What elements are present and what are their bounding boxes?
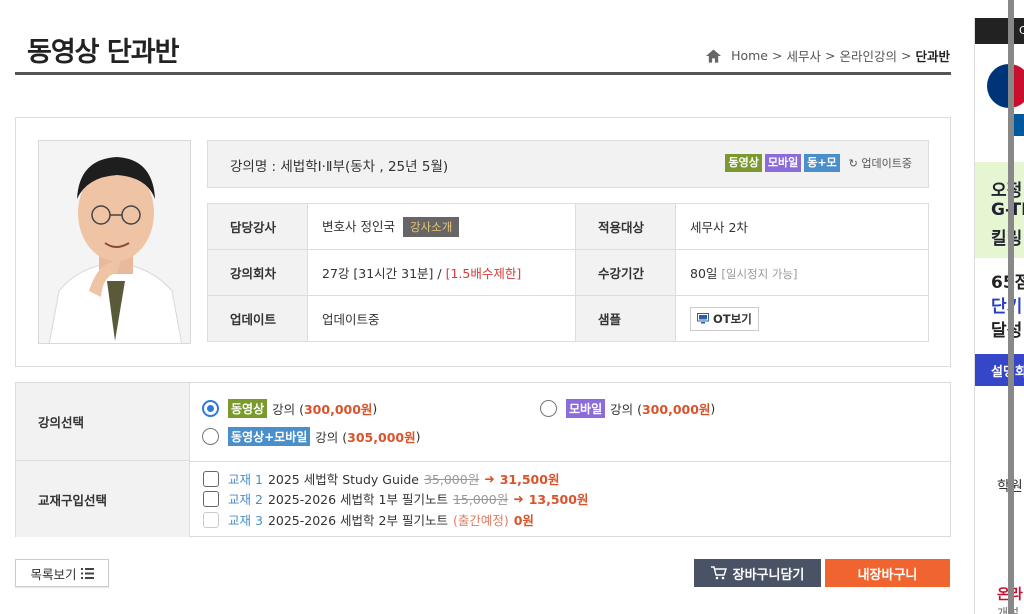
promo-banner[interactable]: 오정 G-TE 킬링 (975, 162, 1024, 258)
purchase-selection-panel: 강의선택 교재구입선택 동영상 강의 (300,000원) 모바일 강의 (30… (15, 382, 951, 537)
my-cart-button[interactable]: 내장바구니 (825, 559, 950, 587)
period-value: 80일 (690, 266, 718, 281)
instructor-label: 담당강사 (207, 203, 308, 250)
instructor-intro-button[interactable]: 강사소개 (402, 217, 460, 237)
book-checkbox-2[interactable] (203, 490, 219, 507)
sessions-value: 27강 [31시간 31분] / (322, 266, 446, 281)
government-logo-icon (987, 64, 1024, 108)
scrollbar[interactable] (1008, 0, 1014, 614)
instructor-name: 변호사 정인국 (322, 219, 395, 234)
breadcrumb-home[interactable]: Home (731, 48, 768, 63)
radio-video-mobile[interactable] (202, 428, 219, 445)
sessions-limit: [1.5배수제한] (445, 266, 522, 281)
course-info-table: 담당강사 변호사 정인국 강사소개 적용대상 세무사 2차 강의회차 27강 [… (207, 203, 929, 342)
course-name: 강의명 : 세법학Ⅰ·Ⅱ부(동차 , 25년 5월) (230, 159, 449, 175)
book-checkbox-1[interactable] (203, 470, 219, 487)
seminar-band[interactable]: 설명회 (975, 354, 1024, 386)
cart-icon (710, 566, 727, 580)
table-row: 담당강사 변호사 정인국 강사소개 적용대상 세무사 2차 (207, 203, 929, 250)
badge-video-mobile: 동+모 (804, 154, 840, 172)
radio-video[interactable] (202, 400, 219, 417)
update-value: 업데이트중 (307, 295, 576, 342)
instructor-photo (38, 140, 191, 344)
list-view-button[interactable]: 목록보기 (15, 559, 109, 587)
page-title: 동영상 단과반 (27, 37, 179, 68)
monitor-icon (697, 313, 709, 324)
home-icon[interactable] (706, 48, 722, 63)
ot-view-button[interactable]: OT보기 (690, 306, 759, 331)
add-to-cart-button[interactable]: 장바구니담기 (694, 559, 821, 587)
book-row-2[interactable]: 교재 2 2025-2026 세법학 1부 필기노트 15,000원 ➜ 13,… (203, 489, 588, 508)
book-row-3: 교재 3 2025-2026 세법학 2부 필기노트 (출간예정) 0원 (203, 510, 534, 529)
lecture-option-video-mobile[interactable]: 동영상+모바일 강의 (305,000원) (202, 427, 420, 446)
radio-mobile[interactable] (540, 400, 557, 417)
course-badges: 동영상 모바일 동+모 ↻ 업데이트중 (725, 154, 912, 172)
target-value: 세무사 2차 (675, 203, 929, 250)
update-status: ↻ 업데이트중 (848, 157, 912, 170)
lecture-select-label: 강의선택 (16, 383, 190, 461)
book-checkbox-3 (203, 511, 219, 528)
breadcrumb: Home > 세무사 > 온라인강의 > 단과반 (706, 46, 950, 65)
book-select-label: 교재구입선택 (16, 461, 190, 537)
side-banner[interactable]: C 오정 G-TE 킬링 65점 단기 달성 설명회 학원 온라 개설 (974, 18, 1024, 614)
book-row-1[interactable]: 교재 1 2025 세법학 Study Guide 35,000원 ➜ 31,5… (203, 469, 559, 488)
lecture-option-video[interactable]: 동영상 강의 (300,000원) (202, 399, 377, 418)
sessions-label: 강의회차 (207, 249, 308, 296)
table-row: 강의회차 27강 [31시간 31분] / [1.5배수제한] 수강기간 80일… (207, 249, 929, 296)
list-icon (80, 567, 94, 579)
badge-video: 동영상 (725, 154, 762, 172)
course-title-bar: 강의명 : 세법학Ⅰ·Ⅱ부(동차 , 25년 5월) 동영상 모바일 동+모 ↻… (207, 140, 929, 188)
course-info-panel: 강의명 : 세법학Ⅰ·Ⅱ부(동차 , 25년 5월) 동영상 모바일 동+모 ↻… (15, 117, 951, 367)
breadcrumb-current: 단과반 (915, 49, 950, 64)
sample-label: 샘플 (575, 295, 676, 342)
period-label: 수강기간 (575, 249, 676, 296)
table-row: 업데이트 업데이트중 샘플 OT보기 (207, 295, 929, 342)
breadcrumb-online-lecture[interactable]: 온라인강의 (839, 46, 897, 65)
update-label: 업데이트 (207, 295, 308, 342)
period-note: [일시정지 가능] (721, 267, 798, 281)
target-label: 적용대상 (575, 203, 676, 250)
breadcrumb-tax-accountant[interactable]: 세무사 (786, 46, 821, 65)
lecture-option-mobile[interactable]: 모바일 강의 (300,000원) (540, 399, 715, 418)
refresh-icon: ↻ (848, 157, 858, 170)
title-divider (15, 72, 951, 75)
badge-mobile: 모바일 (764, 154, 802, 172)
